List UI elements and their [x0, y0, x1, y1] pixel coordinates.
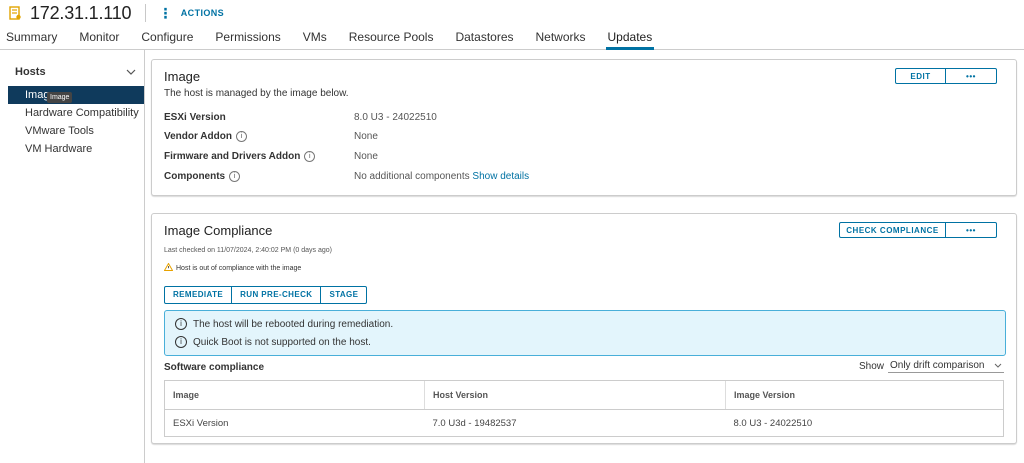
column-header-image-version[interactable]: Image Version [725, 380, 1004, 410]
compliance-warning: Host is out of compliance with the image [163, 262, 302, 273]
kv-value: 8.0 U3 - 24022510 [354, 112, 437, 123]
warning-icon [163, 262, 174, 273]
kv-value-wrap: No additional components Show details [354, 171, 529, 182]
kv-key: Components [164, 171, 226, 183]
info-circle-icon: i [175, 318, 187, 330]
sidebar-item-hardware-compatibility[interactable]: Hardware Compatibility [0, 104, 144, 122]
sidebar-item-vm-hardware[interactable]: VM Hardware [0, 140, 144, 158]
tooltip: Image [47, 92, 73, 103]
table-header-row: Image Host Version Image Version [164, 380, 1004, 410]
show-select[interactable]: Only drift comparison [888, 360, 1004, 373]
sidebar: Hosts Image Hardware Compatibility VMwar… [0, 50, 145, 463]
cell-image: ESXi Version [164, 409, 425, 437]
compliance-card: Image Compliance CHECK COMPLIANCE ••• La… [151, 213, 1017, 444]
cell-host-version: 7.0 U3d - 19482537 [424, 409, 726, 437]
alert-text: Quick Boot is not supported on the host. [193, 336, 371, 348]
software-compliance-table: Image Host Version Image Version ESXi Ve… [164, 380, 1004, 437]
show-filter: Show Only drift comparison [859, 360, 1004, 373]
warning-text: Host is out of compliance with the image [176, 264, 302, 272]
tab-monitor[interactable]: Monitor [79, 26, 119, 49]
tab-vms[interactable]: VMs [303, 26, 327, 49]
alert-row: i The host will be rebooted during remed… [165, 316, 1005, 332]
last-checked-text: Last checked on 11/07/2024, 2:40:02 PM (… [164, 247, 332, 254]
show-select-value: Only drift comparison [890, 360, 985, 371]
sidebar-item-image[interactable]: Image [8, 86, 144, 104]
info-icon[interactable]: i [229, 171, 241, 182]
tab-bar: Summary Monitor Configure Permissions VM… [0, 26, 1024, 50]
software-compliance-heading: Software compliance [164, 362, 265, 373]
kv-value: None [354, 151, 378, 162]
column-header-host-version[interactable]: Host Version [424, 380, 726, 410]
image-card-title: Image [164, 69, 201, 84]
header-bar: 172.31.1.110 ⋮ ACTIONS [0, 0, 1024, 26]
more-options-button[interactable]: ••• [946, 222, 997, 238]
image-card: Image The host is managed by the image b… [151, 59, 1017, 196]
compliance-card-title: Image Compliance [164, 223, 273, 238]
check-compliance-button[interactable]: CHECK COMPLIANCE [839, 222, 946, 238]
kv-key-wrap: Components i [164, 171, 241, 183]
show-label: Show [858, 361, 884, 372]
more-options-button[interactable]: ••• [946, 68, 997, 84]
info-alert: i The host will be rebooted during remed… [164, 310, 1006, 356]
tab-configure[interactable]: Configure [141, 26, 193, 49]
tab-datastores[interactable]: Datastores [455, 26, 513, 49]
kv-key-wrap: Vendor Addon i [164, 131, 247, 142]
host-icon [8, 6, 22, 20]
kv-value: No additional components [354, 171, 470, 182]
actions-label: ACTIONS [180, 8, 225, 18]
info-circle-icon: i [175, 336, 187, 348]
actions-button[interactable]: ⋮ ACTIONS [158, 5, 225, 21]
tab-resource-pools[interactable]: Resource Pools [349, 26, 434, 49]
alert-row: i Quick Boot is not supported on the hos… [165, 334, 1005, 350]
sidebar-heading[interactable]: Hosts [0, 50, 144, 78]
sidebar-item-vmware-tools[interactable]: VMware Tools [0, 122, 144, 140]
info-icon[interactable]: i [304, 151, 316, 162]
chevron-down-icon [126, 66, 136, 78]
kv-key-wrap: Firmware and Drivers Addon i [164, 151, 316, 163]
kv-key: Firmware and Drivers Addon [164, 151, 301, 163]
run-pre-check-button[interactable]: RUN PRE-CHECK [232, 287, 322, 303]
cell-image-version: 8.0 U3 - 24022510 [725, 409, 1004, 437]
host-title: 172.31.1.110 [30, 2, 132, 23]
alert-text: The host will be rebooted during remedia… [193, 318, 394, 330]
chevron-down-icon [994, 360, 1002, 371]
kv-key: ESXi Version [164, 112, 226, 123]
show-details-link[interactable]: Show details [472, 171, 529, 182]
stage-button[interactable]: STAGE [321, 287, 366, 303]
tab-permissions[interactable]: Permissions [215, 26, 280, 49]
remediation-button-group: REMEDIATE RUN PRE-CHECK STAGE [164, 286, 368, 304]
kv-value: None [354, 131, 378, 142]
table-row[interactable]: ESXi Version 7.0 U3d - 19482537 8.0 U3 -… [164, 409, 1004, 437]
vertical-dots-icon: ⋮ [158, 5, 173, 21]
header-divider [145, 4, 147, 22]
remediate-button[interactable]: REMEDIATE [165, 287, 233, 303]
kv-key: Vendor Addon [164, 131, 232, 143]
info-icon[interactable]: i [235, 131, 247, 142]
image-card-subtitle: The host is managed by the image below. [164, 88, 349, 99]
tab-networks[interactable]: Networks [536, 26, 586, 49]
column-header-image[interactable]: Image [164, 380, 425, 410]
tab-summary[interactable]: Summary [6, 26, 57, 49]
tab-updates[interactable]: Updates [605, 26, 654, 50]
sidebar-heading-label: Hosts [15, 66, 46, 78]
edit-button[interactable]: EDIT [895, 68, 946, 84]
